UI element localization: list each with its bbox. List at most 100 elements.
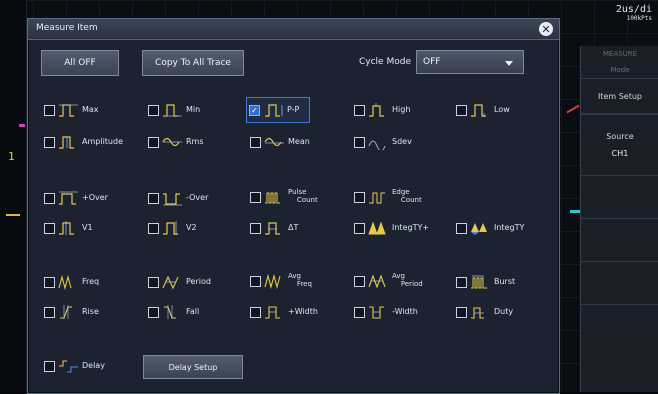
item-label: Pulse Count (288, 188, 318, 204)
cycle-mode-label: Cycle Mode (359, 57, 411, 67)
item-burst[interactable]: Burst (456, 271, 515, 293)
item-delay[interactable]: Delay (44, 355, 105, 377)
item-rise[interactable]: Rise (44, 301, 99, 323)
item-rms[interactable]: Rms (148, 131, 204, 153)
minus-width-icon (368, 304, 390, 320)
checkbox[interactable] (456, 306, 467, 318)
checkbox[interactable] (44, 136, 55, 148)
item-v1[interactable]: V1 (44, 217, 93, 239)
checkbox[interactable] (456, 104, 467, 116)
checkbox[interactable] (148, 104, 159, 116)
item-label: V2 (186, 222, 197, 232)
checkbox[interactable] (148, 222, 159, 234)
delay-icon (58, 358, 80, 374)
item-label: Avg Freq (288, 272, 312, 288)
item-label: Amplitude (82, 136, 123, 146)
item-edge-count[interactable]: Edge Count (354, 183, 422, 211)
checkbox[interactable] (250, 306, 261, 318)
delay-setup-button[interactable]: Delay Setup (143, 355, 243, 379)
checkbox[interactable] (44, 360, 55, 372)
checkbox[interactable] (354, 306, 365, 318)
item-plus-over[interactable]: +Over (44, 187, 108, 209)
cycle-mode-value: OFF (423, 57, 441, 67)
item-freq[interactable]: Freq (44, 271, 99, 293)
checkbox[interactable] (44, 306, 55, 318)
v2-icon (162, 220, 184, 236)
checkbox[interactable] (456, 276, 467, 288)
item-label: IntegTY (494, 222, 525, 232)
side-softkey-panel: MEASURE Mode Item Setup Source CH1 (580, 46, 658, 392)
peak-to-peak-icon (263, 102, 285, 118)
item-label: Rms (186, 136, 204, 146)
checkbox[interactable] (148, 306, 159, 318)
item-plus-width[interactable]: +Width (250, 301, 318, 323)
checkbox[interactable] (44, 104, 55, 116)
checkbox[interactable] (148, 136, 159, 148)
checkbox[interactable] (456, 222, 467, 234)
checkbox[interactable] (44, 222, 55, 234)
checkbox[interactable] (250, 136, 261, 148)
checkbox[interactable] (354, 104, 365, 116)
item-label: V1 (82, 222, 93, 232)
item-avg-freq[interactable]: Avg Freq (250, 267, 312, 295)
side-panel-header: MEASURE (602, 50, 638, 58)
cycle-mode-select[interactable]: OFF (416, 50, 524, 74)
item-mean[interactable]: Mean (250, 131, 310, 153)
item-label: Burst (494, 276, 516, 286)
waveform-trace (570, 210, 580, 213)
item-max[interactable]: Max (44, 99, 99, 121)
softkey-blank-2[interactable] (581, 219, 658, 262)
source-softkey[interactable]: Source CH1 (581, 114, 658, 176)
checkbox[interactable] (354, 191, 365, 203)
item-high[interactable]: High (354, 99, 410, 121)
checkbox[interactable] (148, 276, 159, 288)
max-icon (58, 102, 80, 118)
item-label: Fall (186, 306, 200, 316)
item-label: Max (82, 104, 99, 114)
all-off-button[interactable]: All OFF (41, 50, 119, 76)
item-setup-softkey[interactable]: Item Setup (581, 78, 658, 114)
checkbox[interactable] (44, 192, 55, 204)
item-label: Low (494, 104, 510, 114)
checkbox[interactable] (250, 191, 261, 203)
item-v2[interactable]: V2 (148, 217, 197, 239)
softkey-blank-1[interactable] (581, 176, 658, 219)
checkbox[interactable] (354, 136, 365, 148)
checkbox[interactable] (250, 275, 261, 287)
item-duty[interactable]: Duty (456, 301, 513, 323)
item-amplitude[interactable]: Amplitude (44, 131, 123, 153)
integty-plus-icon (368, 220, 390, 236)
close-icon[interactable]: ✕ (539, 22, 553, 36)
checkbox[interactable] (44, 276, 55, 288)
item-label: Edge Count (392, 188, 422, 204)
checkbox[interactable] (354, 222, 365, 234)
item-sdev[interactable]: Sdev (354, 131, 412, 153)
integty-icon (470, 220, 492, 236)
pulse-count-icon (264, 189, 286, 205)
checkbox-checked[interactable]: ✓ (249, 104, 260, 116)
item-low[interactable]: Low (456, 99, 510, 121)
copy-to-all-trace-button[interactable]: Copy To All Trace (142, 50, 244, 76)
v1-icon (58, 220, 80, 236)
item-period[interactable]: Period (148, 271, 211, 293)
item-pulse-count[interactable]: Pulse Count (250, 183, 318, 211)
softkey-blank-3[interactable] (581, 262, 658, 305)
item-pp[interactable]: ✓ P-P (246, 97, 310, 123)
checkbox[interactable] (354, 275, 365, 287)
duty-icon (470, 304, 492, 320)
item-minus-over[interactable]: -Over (148, 187, 208, 209)
item-fall[interactable]: Fall (148, 301, 199, 323)
item-avg-period[interactable]: Avg Period (354, 267, 423, 295)
item-minus-width[interactable]: -Width (354, 301, 418, 323)
sdev-icon (368, 134, 390, 150)
checkbox[interactable] (148, 192, 159, 204)
avg-freq-icon (264, 273, 286, 289)
item-min[interactable]: Min (148, 99, 200, 121)
item-dt[interactable]: ΔT (250, 217, 298, 239)
avg-period-icon (368, 273, 390, 289)
sample-rate-value: 100kPts (626, 15, 652, 22)
source-label: Source (606, 132, 634, 141)
item-integty[interactable]: IntegTY (456, 217, 524, 239)
checkbox[interactable] (250, 222, 261, 234)
item-integty-plus[interactable]: IntegTY+ (354, 217, 429, 239)
